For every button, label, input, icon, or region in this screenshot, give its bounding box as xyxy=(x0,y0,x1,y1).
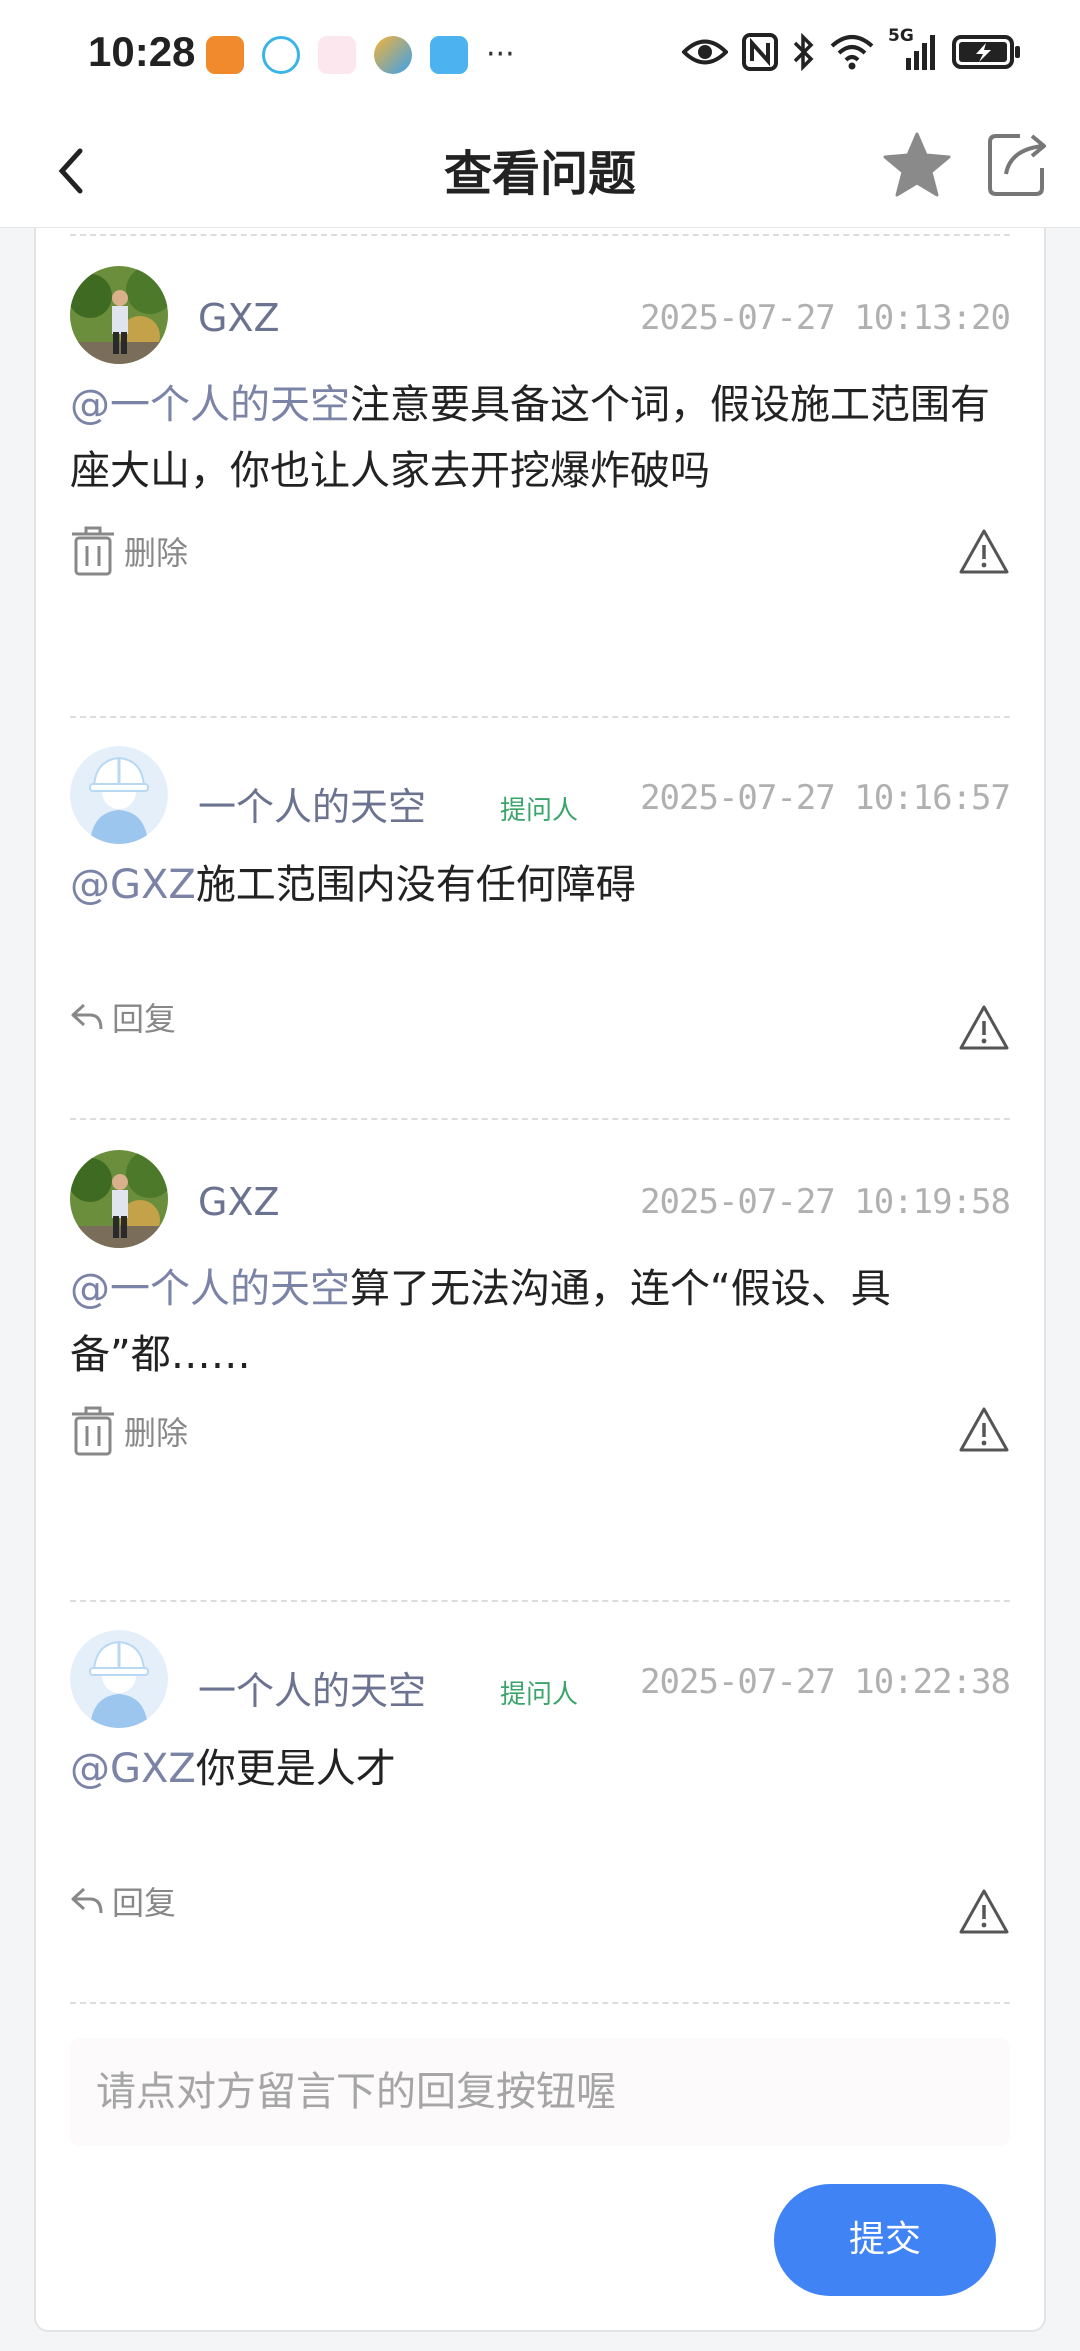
reply-label: 回复 xyxy=(112,1884,177,1922)
reply-icon xyxy=(71,1887,103,1914)
comment-item: 一个人的天空 提问人 2025-07-27 10:16:57 @GXZ施工范围内… xyxy=(70,746,1011,1146)
divider xyxy=(70,1118,1010,1120)
comment-text: @GXZ你更是人才 xyxy=(70,1736,1010,1802)
username[interactable]: 一个人的天空 xyxy=(198,776,426,831)
delete-button[interactable]: 删除 xyxy=(70,1406,188,1456)
reply-button[interactable]: 回复 xyxy=(70,994,176,1040)
avatar[interactable] xyxy=(70,1150,168,1248)
comment-text: @一个人的天空算了无法沟通，连个“假设、具备”都…… xyxy=(70,1256,1010,1388)
avatar-photo-icon xyxy=(70,1150,168,1248)
report-warning-icon[interactable] xyxy=(958,528,1010,576)
avatar-helmet-icon xyxy=(70,1630,168,1728)
signal-indicator: 5G xyxy=(888,26,938,72)
reply-button[interactable]: 回复 xyxy=(70,1878,176,1924)
eye-icon xyxy=(682,39,728,65)
mention-link[interactable]: @GXZ xyxy=(70,1746,196,1792)
delete-label: 删除 xyxy=(124,534,189,572)
avatar[interactable] xyxy=(70,1630,168,1728)
comment-time: 2025-07-27 10:16:57 xyxy=(640,778,1011,818)
username[interactable]: 一个人的天空 xyxy=(198,1660,426,1715)
delete-label: 删除 xyxy=(124,1414,189,1452)
mention-link[interactable]: @一个人的天空 xyxy=(70,1266,350,1312)
comment-item: GXZ 2025-07-27 10:19:58 @一个人的天空算了无法沟通，连个… xyxy=(70,1150,1011,1562)
report-warning-icon[interactable] xyxy=(958,1406,1010,1454)
wifi-icon xyxy=(830,35,874,70)
system-icons: 5G xyxy=(682,26,1022,72)
username[interactable]: GXZ xyxy=(198,296,280,340)
nav-bar: 查看问题 xyxy=(0,110,1080,228)
nfc-icon xyxy=(742,33,778,71)
mention-link[interactable]: @GXZ xyxy=(70,862,196,908)
star-icon[interactable] xyxy=(882,130,952,200)
avatar-helmet-icon xyxy=(70,746,168,844)
divider xyxy=(70,1600,1010,1602)
book-app-icon xyxy=(430,36,468,74)
avatar[interactable] xyxy=(70,266,168,364)
avatar-photo-icon xyxy=(70,266,168,364)
share-icon[interactable] xyxy=(984,128,1050,200)
status-bar: 10:28 ··· 5G xyxy=(0,0,1080,110)
reply-icon xyxy=(71,1003,103,1030)
battery-icon xyxy=(952,35,1020,69)
asker-badge: 提问人 xyxy=(500,796,579,826)
bulb-app-icon xyxy=(262,36,300,74)
signal-icon xyxy=(906,35,935,70)
submit-button[interactable]: 提交 xyxy=(774,2184,996,2296)
mention-link[interactable]: @一个人的天空 xyxy=(70,382,350,428)
comment-body: 施工范围内没有任何障碍 xyxy=(195,862,636,908)
comments-card: GXZ 2025-07-27 10:13:20 @一个人的天空注意要具备这个词，… xyxy=(34,228,1046,2332)
trash-icon xyxy=(72,1406,114,1456)
comment-time: 2025-07-27 10:13:20 xyxy=(640,298,1011,338)
reply-input[interactable]: 请点对方留言下的回复按钮喔 xyxy=(70,2038,1010,2146)
notification-icons: ··· xyxy=(206,36,515,74)
comment-body: 你更是人才 xyxy=(195,1746,396,1792)
clock: 10:28 xyxy=(88,28,196,75)
more-icon: ··· xyxy=(486,37,515,72)
avatar[interactable] xyxy=(70,746,168,844)
comment-item: GXZ 2025-07-27 10:13:20 @一个人的天空注意要具备这个词，… xyxy=(70,266,1011,678)
comment-item: 一个人的天空 提问人 2025-07-27 10:22:38 @GXZ你更是人才… xyxy=(70,1630,1011,2030)
comment-text: @一个人的天空注意要具备这个词，假设施工范围有座大山，你也让人家去开挖爆炸破吗 xyxy=(70,372,1010,504)
report-warning-icon[interactable] xyxy=(958,1004,1010,1052)
comment-time: 2025-07-27 10:22:38 xyxy=(640,1662,1011,1702)
divider xyxy=(70,716,1010,718)
comment-text: @GXZ施工范围内没有任何障碍 xyxy=(70,852,1010,918)
divider xyxy=(70,2002,1010,2004)
comment-time: 2025-07-27 10:19:58 xyxy=(640,1182,1011,1222)
asker-badge: 提问人 xyxy=(500,1680,579,1710)
trash-icon xyxy=(72,526,114,576)
divider xyxy=(70,234,1010,236)
heart-app-icon xyxy=(206,36,244,74)
reply-label: 回复 xyxy=(112,1000,177,1038)
music-app-icon xyxy=(318,36,356,74)
username[interactable]: GXZ xyxy=(198,1180,280,1224)
pinwheel-app-icon xyxy=(374,36,412,74)
delete-button[interactable]: 删除 xyxy=(70,526,188,576)
bluetooth-icon xyxy=(793,33,814,71)
report-warning-icon[interactable] xyxy=(958,1888,1010,1936)
